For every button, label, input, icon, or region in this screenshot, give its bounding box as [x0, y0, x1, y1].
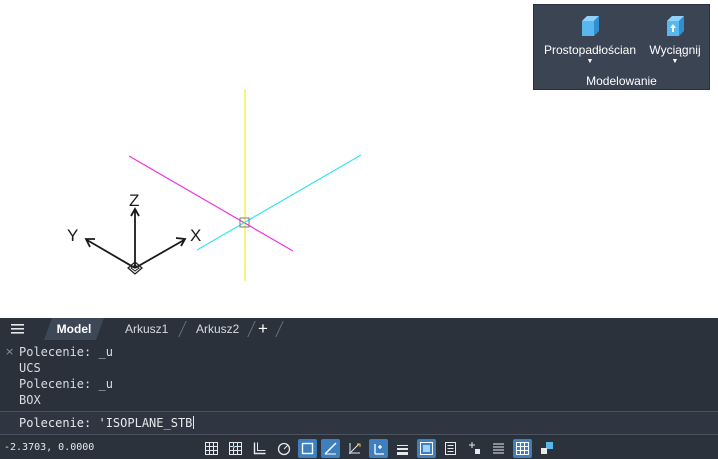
- workspace-icon: [516, 442, 529, 455]
- ribbon-panel-title[interactable]: Modelowanie: [534, 74, 709, 88]
- polar-toggle[interactable]: [274, 439, 293, 458]
- ribbon-panel-modeling: Prostopadłościan ▼ Wyciągnij ▼ Modelowan…: [533, 4, 710, 90]
- command-input-field[interactable]: Polecenie: 'ISOPLANE_STB: [0, 411, 718, 435]
- extrude-button[interactable]: Wyciągnij ▼: [644, 13, 706, 65]
- ucs-y-label: Y: [67, 226, 78, 245]
- ortho-toggle[interactable]: [250, 439, 269, 458]
- otrack-toggle[interactable]: [345, 439, 364, 458]
- workspace-toggle[interactable]: [513, 439, 532, 458]
- layout-tab-bar: Model Arkusz1 Arkusz2 +: [0, 318, 718, 340]
- snap-toggle[interactable]: [226, 439, 245, 458]
- quick-properties-icon: [445, 442, 456, 455]
- quick-properties-toggle[interactable]: [441, 439, 460, 458]
- ducs-toggle[interactable]: [369, 439, 388, 458]
- tab-divider: [247, 321, 256, 337]
- command-history-line: Polecenie: _u: [19, 377, 113, 391]
- ucs-icon: [84, 207, 187, 275]
- grid-toggle[interactable]: [202, 439, 221, 458]
- command-input-value: Polecenie: 'ISOPLANE_STB: [19, 416, 193, 430]
- object-snap-icon: [301, 442, 314, 455]
- ortho-icon: [253, 442, 266, 455]
- close-icon[interactable]: ×: [5, 345, 14, 358]
- add-layout-button[interactable]: +: [258, 318, 268, 340]
- selection-cycling-icon: [469, 442, 480, 454]
- command-history: × Polecenie: _u UCS Polecenie: _u BOX: [0, 342, 718, 412]
- selection-cycling-toggle[interactable]: [465, 439, 484, 458]
- transparency-icon: [420, 442, 433, 455]
- command-input-text[interactable]: Polecenie: 'ISOPLANE_STB: [19, 416, 195, 430]
- snap-grid-icon: [229, 442, 242, 455]
- grid-icon: [205, 442, 218, 455]
- command-history-line: BOX: [19, 393, 41, 407]
- tab-model[interactable]: Model: [44, 318, 104, 340]
- extrude-button-label: Wyciągnij: [649, 43, 701, 57]
- 3d-osnap-toggle[interactable]: [321, 439, 340, 458]
- box-icon: [582, 16, 599, 36]
- annotation-monitor-toggle[interactable]: [489, 439, 508, 458]
- box-button[interactable]: Prostopadłościan ▼: [542, 13, 638, 65]
- lineweight-icon: [397, 445, 408, 455]
- polar-tracking-icon: [277, 442, 291, 456]
- ucs-x-label: X: [190, 226, 201, 245]
- cad-app-window: Z X Y Prostopadłościan ▼ Wyciągnij ▼ Mod…: [0, 0, 718, 459]
- snap-tracking-icon: [349, 443, 361, 454]
- extrude-dropdown-caret-icon[interactable]: ▼: [644, 58, 706, 65]
- annotation-monitor-icon: [493, 443, 504, 454]
- extrude-icon: [667, 16, 684, 36]
- transparency-toggle[interactable]: [417, 439, 436, 458]
- command-line-window: × Polecenie: _u UCS Polecenie: _u BOX Po…: [0, 340, 718, 438]
- osnap-toggle[interactable]: [298, 439, 317, 458]
- box-button-label: Prostopadłościan: [543, 43, 637, 57]
- hamburger-menu-icon[interactable]: [10, 322, 26, 336]
- isolate-objects-icon: [541, 442, 553, 454]
- command-history-line: Polecenie: _u: [19, 345, 113, 359]
- tab-arkusz2[interactable]: Arkusz2: [196, 318, 239, 340]
- tab-arkusz1[interactable]: Arkusz1: [125, 318, 168, 340]
- isolate-toggle[interactable]: [537, 439, 556, 458]
- tab-divider: [275, 321, 284, 337]
- cursor-coordinates[interactable]: -2.3703, 0.0000: [4, 442, 94, 453]
- tab-divider: [178, 321, 187, 337]
- dynamic-ucs-icon: [374, 444, 384, 455]
- status-bar: -2.3703, 0.0000: [0, 438, 718, 459]
- box-dropdown-caret-icon[interactable]: ▼: [542, 58, 638, 65]
- 3d-object-snap-icon: [324, 442, 337, 455]
- lineweight-toggle[interactable]: [393, 439, 412, 458]
- text-caret: [193, 416, 195, 429]
- command-history-line: UCS: [19, 361, 41, 375]
- cursor-y-axis: [128, 155, 294, 252]
- ucs-z-label: Z: [129, 191, 139, 210]
- cursor-x-axis: [196, 154, 362, 251]
